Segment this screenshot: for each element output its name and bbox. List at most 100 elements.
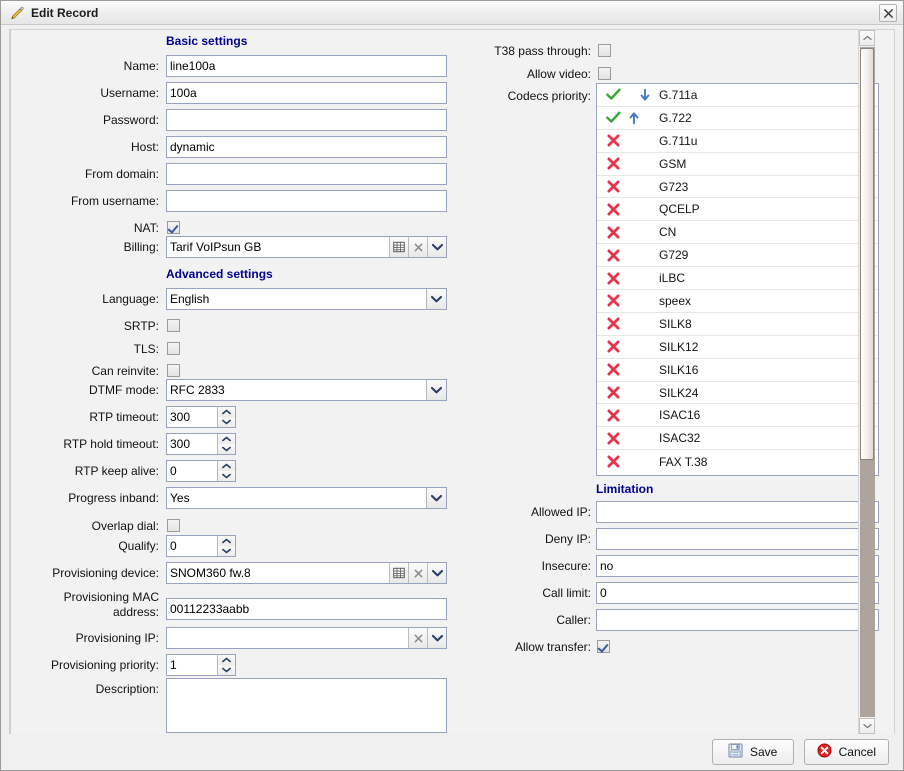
- billing-browse-button[interactable]: [389, 237, 408, 257]
- save-button[interactable]: Save: [711, 739, 794, 765]
- progress-inband-dropdown-arrow[interactable]: [426, 488, 446, 508]
- codec-row[interactable]: QCELP: [597, 198, 878, 222]
- scrollbar-thumb[interactable]: [860, 48, 874, 460]
- rtp-hold-timeout-stepper[interactable]: 300: [166, 433, 236, 455]
- codec-row[interactable]: GSM: [597, 153, 878, 176]
- codec-row[interactable]: G.711u: [597, 130, 878, 153]
- scroll-up-button[interactable]: [859, 30, 875, 46]
- cancel-button[interactable]: Cancel: [803, 739, 889, 765]
- rtp-keep-alive-decrement[interactable]: [217, 471, 235, 481]
- call-limit-input[interactable]: 0: [596, 582, 879, 604]
- codec-disabled-toggle[interactable]: [597, 294, 629, 307]
- codecs-priority-list[interactable]: G.711a G.722 G.711u GSM G723 QCELP CN G729 iLBC s…: [596, 83, 879, 476]
- codec-disabled-toggle[interactable]: [597, 203, 629, 216]
- username-input[interactable]: 100a: [166, 82, 447, 104]
- description-textarea[interactable]: [166, 678, 447, 733]
- provisioning-priority-increment[interactable]: [217, 655, 235, 665]
- codec-move-up-button[interactable]: [629, 112, 651, 124]
- deny-ip-input[interactable]: [596, 528, 879, 550]
- codec-disabled-toggle[interactable]: [597, 134, 629, 147]
- allow-video-checkbox[interactable]: [598, 67, 611, 81]
- billing-dropdown-button[interactable]: [427, 237, 446, 257]
- provisioning-mac-input[interactable]: 00112233aabb: [166, 598, 447, 620]
- qualify-stepper[interactable]: 0: [166, 535, 236, 557]
- codec-row[interactable]: SILK16: [597, 359, 878, 382]
- codec-row[interactable]: FAX T.38: [597, 450, 878, 473]
- rtp-timeout-decrement[interactable]: [217, 417, 235, 427]
- codec-disabled-toggle[interactable]: [597, 409, 629, 422]
- provisioning-device-input[interactable]: SNOM360 fw.8: [167, 563, 389, 583]
- codec-disabled-toggle[interactable]: [597, 157, 629, 170]
- codec-disabled-toggle[interactable]: [597, 180, 629, 193]
- codec-row[interactable]: G.722: [597, 107, 878, 130]
- qualify-decrement[interactable]: [217, 546, 235, 556]
- dtmf-mode-select[interactable]: RFC 2833: [166, 379, 447, 401]
- provisioning-ip-input[interactable]: [167, 628, 408, 648]
- overlap-dial-checkbox[interactable]: [167, 519, 180, 533]
- codec-disabled-toggle[interactable]: [597, 340, 629, 353]
- billing-input[interactable]: Tarif VoIPsun GB: [167, 237, 389, 257]
- codec-row[interactable]: G729: [597, 244, 878, 268]
- provisioning-device-dropdown-button[interactable]: [427, 563, 446, 583]
- codec-row[interactable]: ISAC32: [597, 427, 878, 451]
- close-button[interactable]: [879, 4, 897, 22]
- codec-disabled-toggle[interactable]: [597, 455, 629, 468]
- scroll-down-button[interactable]: [859, 718, 875, 734]
- provisioning-ip-lookup[interactable]: [166, 627, 447, 649]
- codec-row[interactable]: ISAC16: [597, 404, 878, 428]
- caller-input[interactable]: [596, 609, 879, 631]
- rtp-timeout-increment[interactable]: [217, 407, 235, 417]
- rtp-hold-timeout-increment[interactable]: [217, 434, 235, 444]
- codec-row[interactable]: G.711a: [597, 84, 878, 107]
- progress-inband-select[interactable]: Yes: [166, 487, 447, 509]
- from-domain-input[interactable]: [166, 163, 447, 185]
- codec-disabled-toggle[interactable]: [597, 386, 629, 399]
- codec-row[interactable]: iLBC: [597, 267, 878, 291]
- provisioning-priority-decrement[interactable]: [217, 665, 235, 675]
- provisioning-device-browse-button[interactable]: [389, 563, 408, 583]
- host-input[interactable]: dynamic: [166, 136, 447, 158]
- t38-pass-through-checkbox[interactable]: [598, 44, 611, 58]
- billing-lookup[interactable]: Tarif VoIPsun GB: [166, 236, 447, 258]
- provisioning-ip-dropdown-button[interactable]: [427, 628, 446, 648]
- codec-row[interactable]: CN: [597, 221, 878, 245]
- can-reinvite-checkbox[interactable]: [167, 364, 180, 378]
- insecure-input[interactable]: no: [596, 555, 879, 577]
- password-input[interactable]: [166, 109, 447, 131]
- provisioning-ip-clear-button[interactable]: [408, 628, 427, 648]
- tls-checkbox[interactable]: [167, 342, 180, 356]
- nat-checkbox[interactable]: [167, 221, 180, 235]
- name-input[interactable]: line100a: [166, 55, 447, 77]
- language-dropdown-arrow[interactable]: [426, 289, 446, 309]
- codec-move-down-button[interactable]: [629, 88, 651, 101]
- rtp-keep-alive-stepper[interactable]: 0: [166, 460, 236, 482]
- allowed-ip-input[interactable]: [596, 501, 879, 523]
- language-select[interactable]: English: [166, 288, 447, 310]
- codec-disabled-toggle[interactable]: [597, 363, 629, 376]
- codec-disabled-toggle[interactable]: [597, 249, 629, 262]
- codec-disabled-toggle[interactable]: [597, 432, 629, 445]
- provisioning-device-clear-button[interactable]: [408, 563, 427, 583]
- rtp-keep-alive-increment[interactable]: [217, 461, 235, 471]
- billing-clear-button[interactable]: [408, 237, 427, 257]
- srtp-checkbox[interactable]: [167, 319, 180, 333]
- vertical-scrollbar[interactable]: [858, 30, 875, 734]
- rtp-hold-timeout-decrement[interactable]: [217, 444, 235, 454]
- dtmf-mode-dropdown-arrow[interactable]: [426, 380, 446, 400]
- provisioning-priority-stepper[interactable]: 1: [166, 654, 236, 676]
- from-username-input[interactable]: [166, 190, 447, 212]
- codec-row[interactable]: SILK8: [597, 313, 878, 336]
- qualify-increment[interactable]: [217, 536, 235, 546]
- rtp-timeout-stepper[interactable]: 300: [166, 406, 236, 428]
- codec-row[interactable]: SILK24: [597, 382, 878, 405]
- codec-enabled-toggle[interactable]: [597, 88, 629, 101]
- codec-enabled-toggle[interactable]: [597, 111, 629, 124]
- codec-disabled-toggle[interactable]: [597, 317, 629, 330]
- codec-row[interactable]: SILK12: [597, 336, 878, 359]
- allow-transfer-checkbox[interactable]: [597, 640, 610, 654]
- codec-disabled-toggle[interactable]: [597, 226, 629, 239]
- codec-row[interactable]: speex: [597, 290, 878, 313]
- codec-disabled-toggle[interactable]: [597, 272, 629, 285]
- provisioning-device-lookup[interactable]: SNOM360 fw.8: [166, 562, 447, 584]
- codec-row[interactable]: G723: [597, 176, 878, 199]
